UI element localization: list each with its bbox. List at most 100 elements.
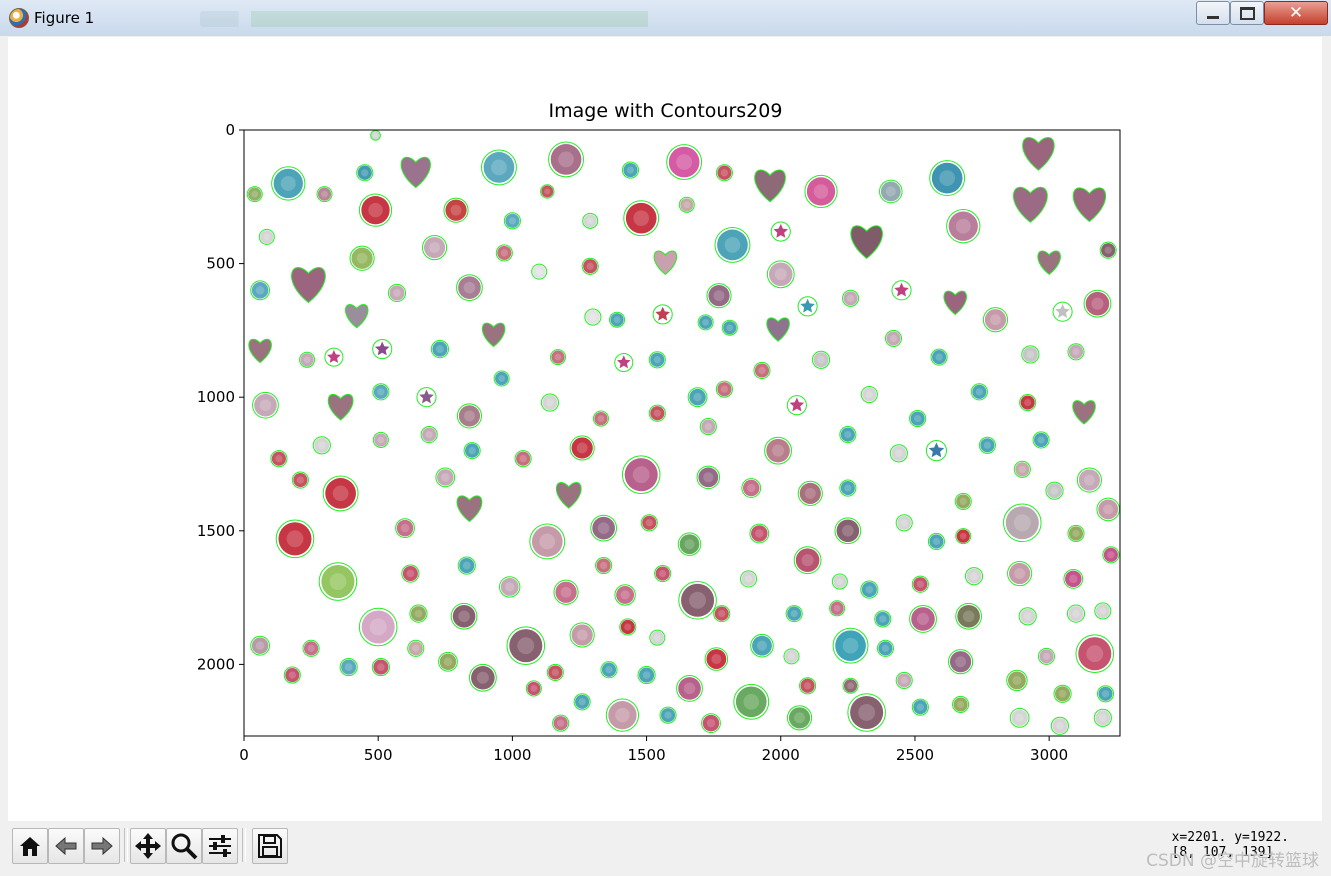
contour-object (1067, 524, 1085, 543)
contour-object (623, 200, 660, 237)
contour-object (549, 349, 567, 366)
back-arrow-icon (55, 836, 77, 856)
contour-object (614, 584, 636, 606)
contour-object (345, 303, 369, 329)
contour-object (930, 348, 948, 366)
contour-object (1052, 301, 1073, 322)
contour-object (371, 657, 390, 677)
contour-object (573, 693, 591, 711)
contour-object (721, 319, 738, 336)
contour-object (421, 234, 448, 261)
contour-object (1003, 503, 1042, 543)
contour-objects (246, 130, 1120, 735)
zoom-icon (171, 833, 198, 860)
watermark: CSDN @空中旋转篮球 (1146, 851, 1319, 871)
contour-object (1072, 400, 1096, 425)
image-axes[interactable]: 0 500 1000 1500 2000 2500 3000 0 500 1000 1500 2000 (0, 0, 1331, 822)
contour-object (387, 283, 407, 303)
contour-object (677, 532, 702, 556)
contour-object (749, 523, 770, 544)
contour-object (248, 338, 272, 364)
x-tick-label: 0 (239, 746, 249, 764)
contour-object (766, 317, 790, 342)
forward-button[interactable] (84, 828, 120, 864)
contour-object (654, 564, 672, 583)
contour-object (978, 436, 996, 454)
contour-object (372, 339, 393, 360)
contour-object (741, 478, 762, 498)
contour-object (750, 633, 774, 658)
save-icon (258, 834, 282, 858)
back-button[interactable] (48, 828, 84, 864)
contour-object (832, 627, 869, 664)
contour-object (740, 570, 758, 588)
contour-object (649, 629, 666, 646)
contour-object (356, 164, 374, 182)
contour-object (666, 144, 703, 181)
contour-object (954, 492, 972, 510)
contour-object (581, 257, 599, 275)
y-tick-label: 1000 (197, 388, 235, 406)
contour-object (1072, 187, 1107, 223)
contour-object (678, 580, 717, 620)
contour-object (754, 169, 786, 203)
contour-object (409, 604, 428, 623)
contour-object (456, 495, 483, 523)
contour-object (1018, 607, 1037, 626)
contour-object (652, 304, 673, 325)
contour-object (463, 442, 481, 460)
contour-object (450, 602, 478, 630)
contour-object (793, 546, 822, 575)
configure-subplots-button[interactable] (202, 828, 238, 864)
contour-object (943, 290, 967, 316)
contour-object (927, 532, 945, 551)
contour-object (1083, 289, 1112, 318)
contour-object (322, 475, 359, 512)
contour-object (909, 605, 937, 633)
contour-object (1066, 604, 1086, 623)
pan-button[interactable] (130, 828, 166, 864)
contour-object (891, 280, 912, 301)
contour-object (456, 274, 483, 302)
home-icon (20, 837, 40, 856)
contour-object (982, 307, 1009, 333)
x-tick-label: 3000 (1030, 746, 1068, 764)
zoom-button[interactable] (166, 828, 202, 864)
contour-object (955, 602, 983, 630)
contour-object (456, 403, 483, 429)
contour-object (766, 260, 795, 289)
contour-object (514, 450, 532, 468)
forward-arrow-icon (91, 836, 113, 856)
contour-object (252, 391, 279, 419)
contour-object (1053, 684, 1072, 703)
contour-object (797, 480, 823, 506)
x-tick-label: 2500 (896, 746, 934, 764)
contour-object (850, 225, 883, 259)
contour-object (275, 519, 315, 559)
contour-object (659, 706, 677, 724)
contour-object (889, 444, 908, 463)
contour-object (1050, 716, 1069, 735)
contour-object (349, 245, 375, 271)
contour-object (481, 149, 517, 186)
home-button[interactable] (12, 828, 48, 864)
contour-object (733, 683, 770, 720)
contour-object (1045, 481, 1064, 500)
save-button[interactable] (252, 828, 288, 864)
contour-object (318, 562, 358, 601)
contour-object (1067, 343, 1085, 361)
contour-object (687, 387, 708, 408)
contour-object (770, 221, 791, 242)
contour-object (895, 514, 913, 532)
contour-object (438, 651, 458, 672)
contour-object (839, 426, 857, 444)
contour-object (1013, 186, 1048, 223)
contour-object (302, 639, 320, 657)
contour-object (327, 393, 354, 421)
contour-object (358, 607, 398, 647)
contour-object (911, 575, 929, 593)
contour-object (619, 618, 637, 636)
contour-object (595, 556, 613, 575)
sliders-icon (209, 835, 231, 857)
contour-object (540, 393, 560, 412)
